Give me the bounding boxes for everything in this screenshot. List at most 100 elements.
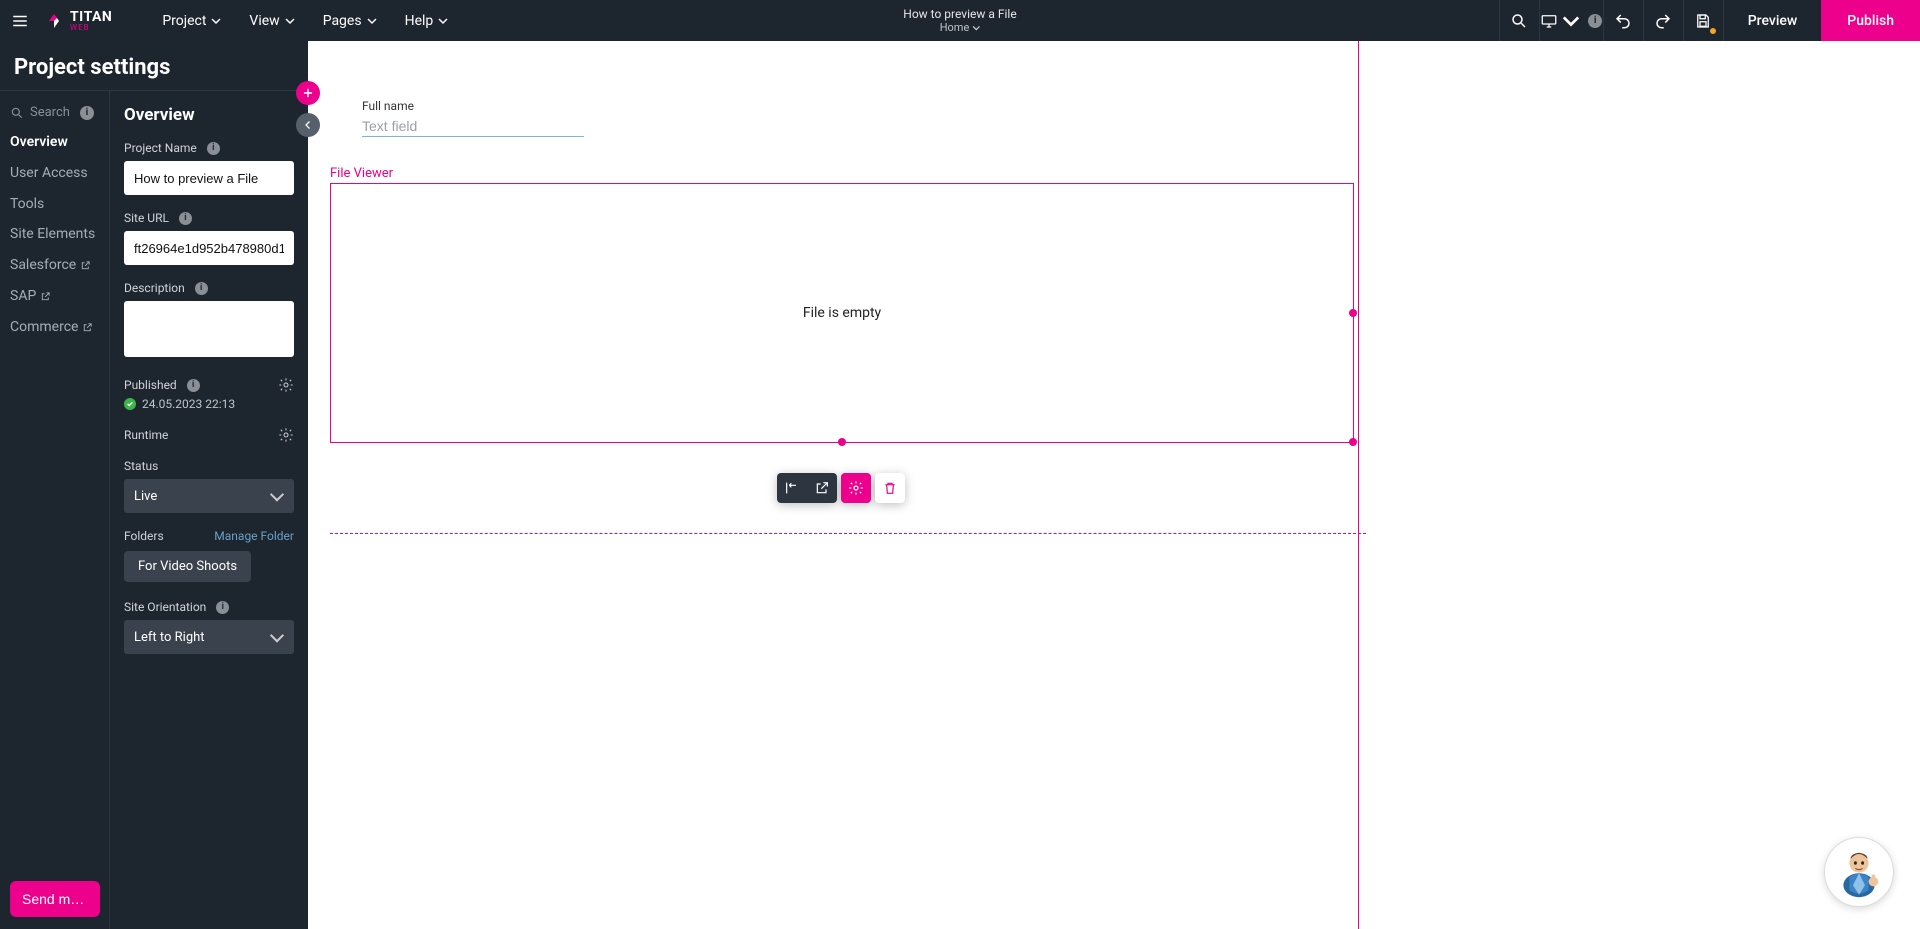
top-menu: Project View Pages Help [162,13,448,29]
nav-site-elements-label: Site Elements [10,226,95,243]
align-button[interactable] [777,473,807,503]
chevron-down-icon [438,16,448,26]
nav-sap[interactable]: SAP [10,288,109,305]
published-row: Publishedi [124,377,294,393]
redo-icon [1654,12,1672,30]
element-settings-button[interactable] [841,473,871,503]
save-button[interactable] [1683,0,1723,41]
folders-row: Folders Manage Folder [124,529,294,543]
menu-help[interactable]: Help [405,13,449,29]
field-site-url: Site URLi [124,211,294,265]
panel-heading: Overview [124,105,294,125]
description-label: Description [124,281,185,295]
save-icon [1694,12,1712,30]
nav-overview[interactable]: Overview [10,134,109,151]
chevron-down-icon [211,16,221,26]
add-element-button[interactable] [296,81,320,105]
logo-text: TITAN [70,10,112,24]
folder-chip[interactable]: For Video Shoots [124,551,251,582]
help-mascot[interactable] [1824,837,1894,907]
info-icon: i [187,379,200,392]
section-boundary [330,533,1366,534]
status-value: Live [134,489,157,504]
top-bar: TITAN WEB Project View Pages Help How to… [0,0,1920,41]
chevron-down-icon [972,24,980,32]
chevron-left-icon [302,119,314,131]
document-page-label: Home [940,21,970,34]
send-message-button[interactable]: Send mes… [10,881,100,917]
canvas-full-name-field[interactable]: Full name [362,99,584,137]
document-name: How to preview a File [903,7,1016,21]
runtime-row: Runtime [124,427,294,443]
delete-element-button[interactable] [875,473,905,503]
menu-view-label: View [249,13,279,29]
open-external-button[interactable] [807,473,837,503]
info-icon: i [216,601,229,614]
canvas-page: Full name File Viewer File is empty [322,41,1920,929]
folders-label: Folders [124,529,164,543]
site-url-input[interactable] [124,231,294,265]
resize-handle-bottom[interactable] [838,438,846,446]
logo[interactable]: TITAN WEB [40,10,126,32]
publish-label: Publish [1847,13,1894,29]
sidebar: Project settings Search i Overview User … [0,41,308,929]
chevron-down-icon [285,16,295,26]
overview-panel: Overview Project Namei Site URLi Descrip… [110,91,308,929]
file-viewer-box[interactable]: File is empty [330,183,1354,443]
logo-subtext: WEB [70,24,112,32]
orientation-value: Left to Right [134,630,205,645]
publish-button[interactable]: Publish [1821,0,1920,41]
external-link-icon [40,291,51,302]
chevron-down-icon [1562,12,1580,30]
nav-tools[interactable]: Tools [10,196,109,213]
nav-commerce[interactable]: Commerce [10,319,109,336]
file-viewer-element[interactable]: File Viewer File is empty [330,166,1354,476]
viewport-selector[interactable]: i [1539,0,1603,41]
orientation-select[interactable]: Left to Right [124,620,294,654]
resize-handle-corner[interactable] [1349,438,1357,446]
menu-pages-label: Pages [323,13,362,29]
search-button[interactable] [1499,0,1539,41]
runtime-label: Runtime [124,428,168,442]
manage-folder-link[interactable]: Manage Folder [214,529,294,543]
external-link-icon [82,322,93,333]
status-label: Status [124,459,158,473]
project-name-input[interactable] [124,161,294,195]
external-link-icon [80,260,91,271]
undo-button[interactable] [1603,0,1643,41]
external-link-icon [814,480,830,496]
status-select[interactable]: Live [124,479,294,513]
menu-pages[interactable]: Pages [323,13,377,29]
resize-handle-right[interactable] [1349,309,1357,317]
sidebar-nav: Search i Overview User Access Tools Site… [0,91,110,929]
description-input[interactable] [124,301,294,357]
document-page-selector[interactable]: Home [903,21,1016,34]
undo-icon [1614,12,1632,30]
field-project-name: Project Namei [124,141,294,195]
nav-user-access[interactable]: User Access [10,165,109,182]
menu-project-label: Project [162,13,206,29]
full-name-input[interactable] [362,115,584,137]
info-icon: i [179,212,192,225]
element-toolbar [777,473,905,503]
nav-salesforce[interactable]: Salesforce [10,257,109,274]
mascot-icon [1829,842,1889,902]
canvas[interactable]: Full name File Viewer File is empty [308,41,1920,929]
trash-icon [882,480,898,496]
nav-user-access-label: User Access [10,165,88,182]
nav-site-elements[interactable]: Site Elements [10,226,109,243]
nav-salesforce-label: Salesforce [10,257,76,274]
menu-project[interactable]: Project [162,13,221,29]
menu-toggle[interactable] [0,0,40,41]
gear-icon[interactable] [278,377,294,393]
collapse-panel-button[interactable] [296,113,320,137]
field-description: Descriptioni [124,281,294,361]
published-date: 24.05.2023 22:13 [142,397,235,411]
sidebar-search[interactable]: Search i [10,105,109,120]
menu-view[interactable]: View [249,13,294,29]
info-icon: i [1588,14,1602,28]
redo-button[interactable] [1643,0,1683,41]
preview-button[interactable]: Preview [1723,0,1822,41]
sidebar-title: Project settings [0,41,308,91]
gear-icon[interactable] [278,427,294,443]
